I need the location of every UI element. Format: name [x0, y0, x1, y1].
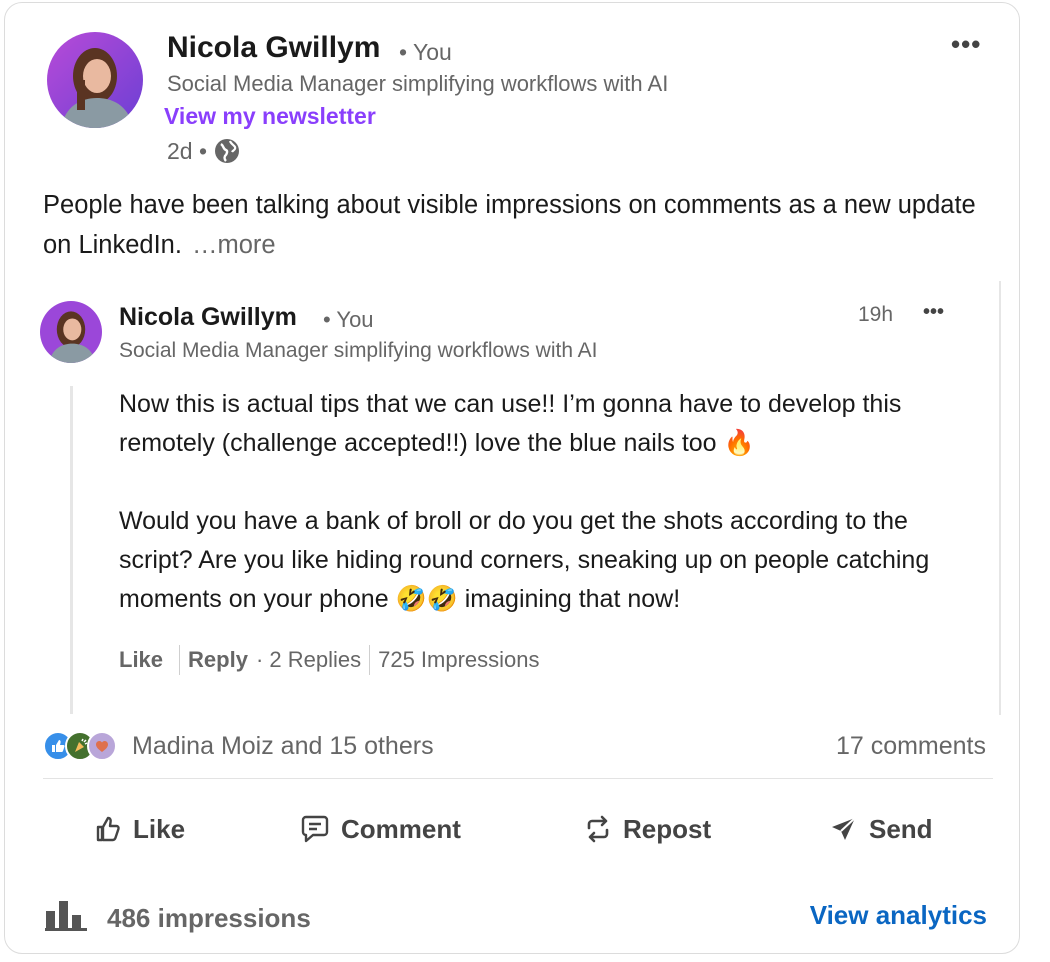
comment-like-button[interactable]: Like [119, 647, 163, 673]
comment-time: 19h [858, 303, 894, 326]
newsletter-link[interactable]: View my newsletter [164, 103, 376, 130]
more-horizontal-icon[interactable]: ••• [951, 29, 981, 60]
comment-divider [999, 281, 1001, 715]
comment-author-badge: • You [323, 307, 374, 332]
author-badge: • You [399, 39, 452, 65]
comment-more-icon[interactable]: ••• [923, 301, 944, 324]
impressions-summary: 486 impressions [45, 899, 311, 938]
like-label: Like [133, 813, 186, 844]
comment-reply-button[interactable]: Reply [188, 647, 248, 673]
divider [369, 645, 371, 675]
reactors-link[interactable]: Madina Moiz and 15 others [132, 732, 434, 761]
post-age: 2d • [167, 137, 208, 164]
see-more-button[interactable]: …more [192, 231, 276, 259]
comment-icon [299, 814, 331, 844]
send-icon [829, 814, 859, 844]
comment-paragraph: Now this is actual tips that we can use!… [119, 390, 902, 457]
post-meta: 2d • [167, 137, 241, 165]
post-text: People have been talking about visible i… [43, 185, 983, 265]
bar-chart-icon [45, 899, 87, 938]
comment-button[interactable]: Comment [299, 809, 461, 849]
comment-author-headline: Social Media Manager simplifying workflo… [119, 339, 598, 362]
thumbs-up-icon [93, 814, 123, 844]
comment-actions: Like Reply · 2 Replies 725 Impressions [119, 645, 540, 675]
post-card: Nicola Gwillym • You Social Media Manage… [4, 2, 1020, 954]
send-button[interactable]: Send [829, 809, 933, 849]
comments-count-link[interactable]: 17 comments [836, 732, 986, 761]
repost-label: Repost [623, 813, 712, 844]
like-button[interactable]: Like [93, 809, 185, 849]
repost-button[interactable]: Repost [583, 809, 711, 849]
send-label: Send [869, 813, 933, 844]
comment-author-avatar[interactable] [40, 301, 102, 363]
divider [179, 645, 181, 675]
comment-impressions: 725 Impressions [378, 647, 540, 672]
post-body: People have been talking about visible i… [43, 191, 976, 259]
author-headline: Social Media Manager simplifying workflo… [167, 71, 669, 96]
comment-label: Comment [341, 813, 461, 844]
comment-author-name[interactable]: Nicola Gwillym [119, 303, 297, 332]
reaction-icons[interactable] [43, 731, 117, 761]
comment-body: Now this is actual tips that we can use!… [119, 385, 979, 658]
author-name[interactable]: Nicola Gwillym [167, 31, 380, 65]
impressions-count: 486 impressions [107, 903, 311, 933]
comment-paragraph: Would you have a bank of broll or do you… [119, 507, 930, 613]
repost-icon [583, 814, 613, 844]
thread-line [70, 386, 73, 714]
globe-icon [213, 137, 241, 165]
love-reaction-icon [87, 731, 117, 761]
comment-replies-link[interactable]: · 2 Replies [256, 647, 361, 673]
divider [43, 778, 993, 779]
author-avatar[interactable] [47, 32, 143, 128]
view-analytics-link[interactable]: View analytics [810, 900, 987, 931]
